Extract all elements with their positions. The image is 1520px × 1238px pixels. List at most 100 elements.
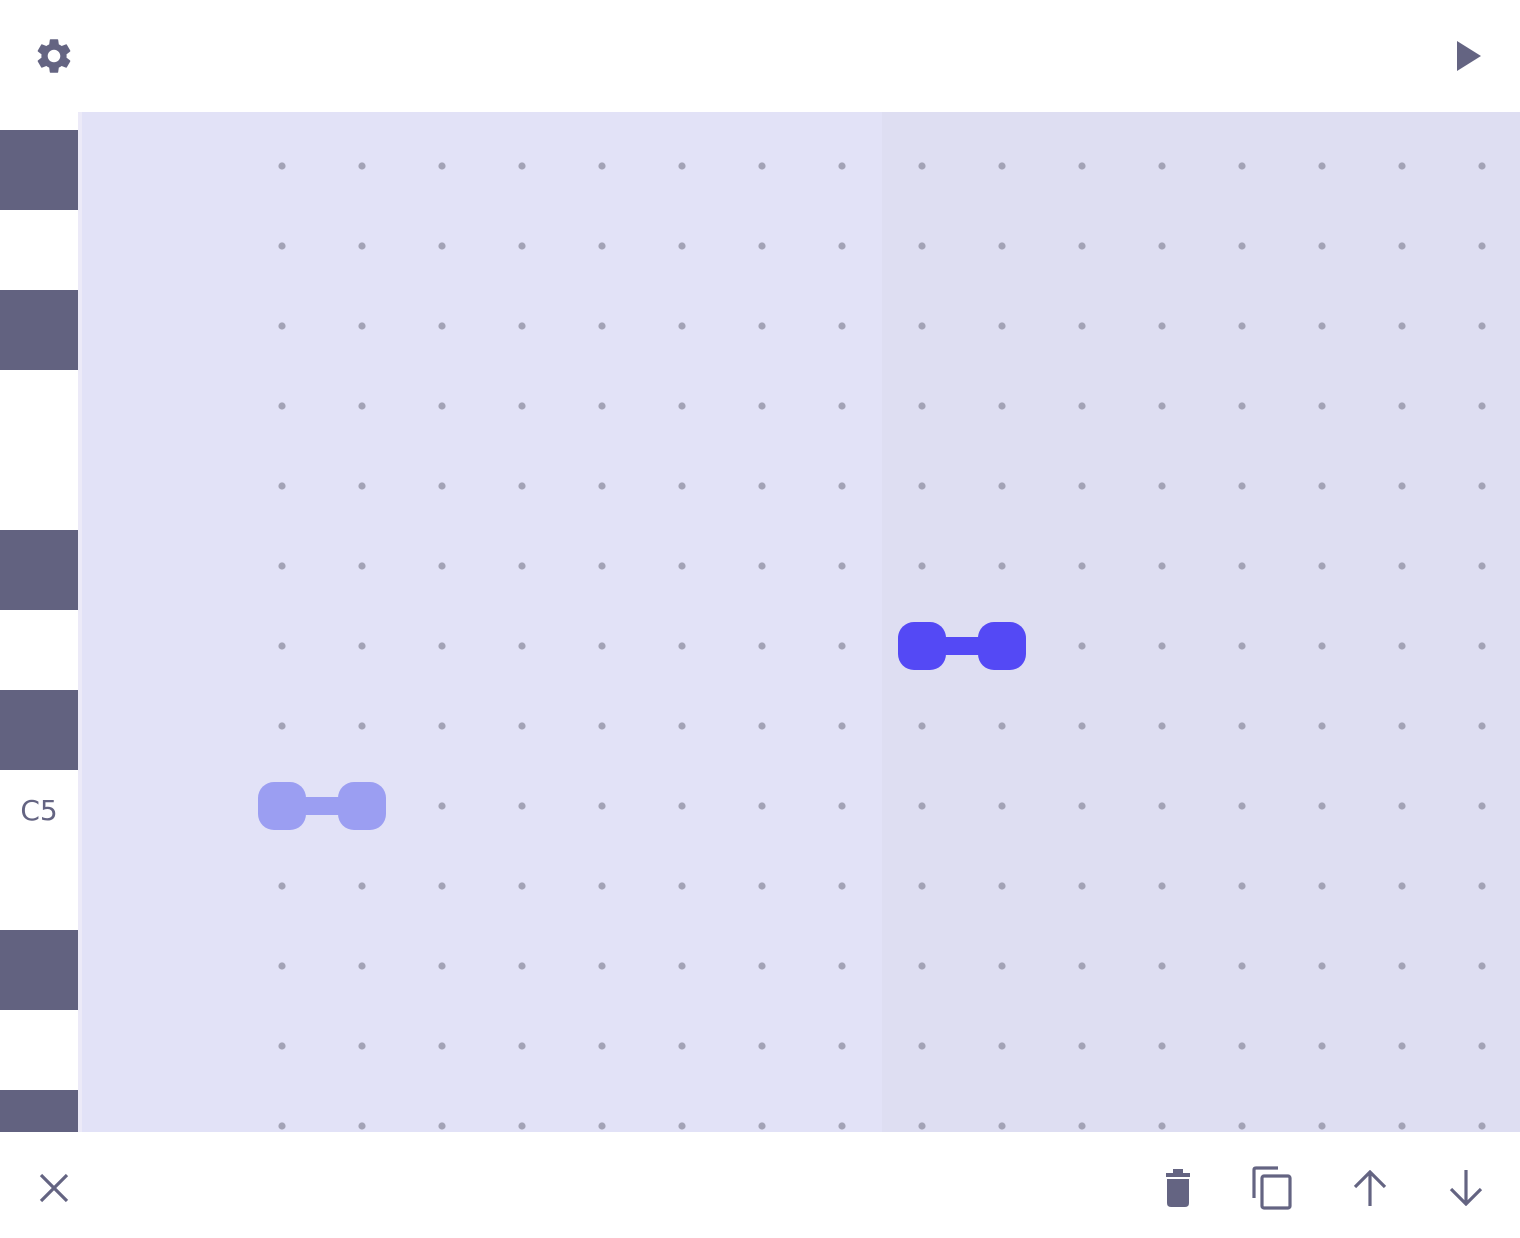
grid-dot[interactable] xyxy=(598,322,606,330)
grid-dot[interactable] xyxy=(1158,882,1166,890)
copy-button[interactable] xyxy=(1246,1162,1298,1214)
grid-dot[interactable] xyxy=(358,1122,366,1130)
grid-dot[interactable] xyxy=(1398,642,1406,650)
grid-dot[interactable] xyxy=(918,962,926,970)
grid-dot[interactable] xyxy=(1238,242,1246,250)
grid-dot[interactable] xyxy=(518,162,526,170)
grid-dot[interactable] xyxy=(438,882,446,890)
grid-dot[interactable] xyxy=(358,642,366,650)
grid-dot[interactable] xyxy=(1318,1042,1326,1050)
grid-dot[interactable] xyxy=(758,562,766,570)
grid-dot[interactable] xyxy=(1238,322,1246,330)
grid-dot[interactable] xyxy=(678,162,686,170)
black-key[interactable] xyxy=(0,530,78,610)
grid-dot[interactable] xyxy=(1478,642,1486,650)
grid-dot[interactable] xyxy=(1078,322,1086,330)
grid-dot[interactable] xyxy=(998,722,1006,730)
grid-dot[interactable] xyxy=(1398,482,1406,490)
grid-dot[interactable] xyxy=(1398,1122,1406,1130)
grid-dot[interactable] xyxy=(1158,802,1166,810)
grid-dot[interactable] xyxy=(1318,722,1326,730)
grid-dot[interactable] xyxy=(1398,242,1406,250)
grid-dot[interactable] xyxy=(438,242,446,250)
note-connector[interactable] xyxy=(302,797,342,815)
grid-dot[interactable] xyxy=(358,242,366,250)
grid-dot[interactable] xyxy=(358,162,366,170)
grid-dot[interactable] xyxy=(518,402,526,410)
grid-dot[interactable] xyxy=(1318,322,1326,330)
grid-dot[interactable] xyxy=(758,322,766,330)
grid-dot[interactable] xyxy=(1238,402,1246,410)
grid-dot[interactable] xyxy=(998,962,1006,970)
grid-dot[interactable] xyxy=(838,882,846,890)
grid-dot[interactable] xyxy=(758,1122,766,1130)
grid-dot[interactable] xyxy=(1478,1042,1486,1050)
grid-dot[interactable] xyxy=(1478,562,1486,570)
grid-dot[interactable] xyxy=(598,642,606,650)
grid-dot[interactable] xyxy=(1398,402,1406,410)
grid-dot[interactable] xyxy=(518,322,526,330)
grid-dot[interactable] xyxy=(758,162,766,170)
grid-dot[interactable] xyxy=(918,322,926,330)
grid-dot[interactable] xyxy=(1078,402,1086,410)
grid-dot[interactable] xyxy=(1078,162,1086,170)
grid-dot[interactable] xyxy=(598,242,606,250)
grid-dot[interactable] xyxy=(1078,1122,1086,1130)
grid-dot[interactable] xyxy=(918,162,926,170)
grid-dot[interactable] xyxy=(278,1042,286,1050)
grid-dot[interactable] xyxy=(1398,1042,1406,1050)
grid-dot[interactable] xyxy=(598,402,606,410)
grid-dot[interactable] xyxy=(278,482,286,490)
grid-dot[interactable] xyxy=(918,482,926,490)
black-key[interactable] xyxy=(0,930,78,1010)
grid-dot[interactable] xyxy=(1078,722,1086,730)
grid-dot[interactable] xyxy=(678,1042,686,1050)
grid-dot[interactable] xyxy=(1318,642,1326,650)
grid-dot[interactable] xyxy=(1238,1042,1246,1050)
grid-dot[interactable] xyxy=(1238,162,1246,170)
black-key[interactable] xyxy=(0,1090,78,1132)
grid-dot[interactable] xyxy=(1238,482,1246,490)
grid-dot[interactable] xyxy=(998,242,1006,250)
grid-dot[interactable] xyxy=(998,322,1006,330)
grid-dot[interactable] xyxy=(678,882,686,890)
grid-dot[interactable] xyxy=(918,1122,926,1130)
grid-dot[interactable] xyxy=(998,162,1006,170)
grid-dot[interactable] xyxy=(358,562,366,570)
grid-dot[interactable] xyxy=(1158,642,1166,650)
grid-dot[interactable] xyxy=(838,642,846,650)
grid-dot[interactable] xyxy=(838,1042,846,1050)
black-key[interactable] xyxy=(0,290,78,370)
note-head[interactable] xyxy=(338,782,386,830)
grid-dot[interactable] xyxy=(1478,162,1486,170)
grid-dot[interactable] xyxy=(438,962,446,970)
grid-dot[interactable] xyxy=(838,562,846,570)
move-up-button[interactable] xyxy=(1344,1162,1396,1214)
grid-dot[interactable] xyxy=(758,1042,766,1050)
grid-dot[interactable] xyxy=(1238,642,1246,650)
grid-dot[interactable] xyxy=(838,1122,846,1130)
grid-dot[interactable] xyxy=(358,882,366,890)
black-key[interactable] xyxy=(0,130,78,210)
grid-dot[interactable] xyxy=(1238,1122,1246,1130)
note-head[interactable] xyxy=(978,622,1026,670)
grid-dot[interactable] xyxy=(358,1042,366,1050)
grid-dot[interactable] xyxy=(278,242,286,250)
grid-dot[interactable] xyxy=(1478,322,1486,330)
grid-dot[interactable] xyxy=(1158,242,1166,250)
grid-dot[interactable] xyxy=(438,1042,446,1050)
grid-dot[interactable] xyxy=(918,562,926,570)
grid-dot[interactable] xyxy=(678,242,686,250)
grid-dot[interactable] xyxy=(758,802,766,810)
note-connector[interactable] xyxy=(942,637,982,655)
grid-dot[interactable] xyxy=(998,482,1006,490)
grid-dot[interactable] xyxy=(1238,802,1246,810)
grid-dot[interactable] xyxy=(1478,882,1486,890)
grid-dot[interactable] xyxy=(358,482,366,490)
note-head[interactable] xyxy=(898,622,946,670)
grid-dot[interactable] xyxy=(998,1122,1006,1130)
grid-dot[interactable] xyxy=(1078,962,1086,970)
settings-button[interactable] xyxy=(26,28,82,84)
grid-dot[interactable] xyxy=(518,882,526,890)
grid-dot[interactable] xyxy=(838,482,846,490)
